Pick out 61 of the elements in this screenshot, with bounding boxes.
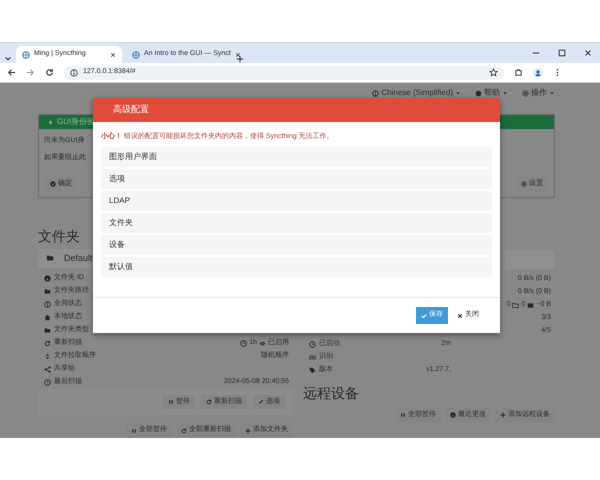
barcode-icon [309,354,316,361]
site-icon [22,50,30,58]
eye-icon [259,340,266,347]
folder-icon [44,288,51,295]
star-icon[interactable] [489,68,498,77]
section-heading: 远程设备 [303,385,359,402]
check-icon [421,312,427,318]
tab-list-icon[interactable] [4,55,12,63]
clock-icon [44,378,51,386]
clock-icon [240,340,248,347]
home-icon [44,314,51,321]
pause-icon [400,412,406,418]
modal-title: 高级配置 [113,103,149,116]
new-tab-icon[interactable] [236,55,244,63]
refresh-icon [181,428,187,434]
forward-icon[interactable] [26,68,35,77]
config-section[interactable]: 默认值 [101,256,492,276]
plus-icon [500,412,506,418]
clock-icon [309,341,316,348]
reload-icon[interactable] [45,68,54,77]
info-icon [70,68,78,76]
config-section[interactable]: 设备 [101,234,492,254]
menu-dropdown[interactable]: 操作 [522,87,555,99]
refresh-icon [44,340,51,347]
check-icon [50,180,56,187]
back-icon[interactable] [7,68,16,77]
caret-icon [502,90,508,96]
plus-icon [245,428,251,434]
folder-icon [512,302,520,309]
gear-icon [521,180,527,187]
maximize-icon[interactable] [558,49,566,57]
menu-dropdown[interactable]: Chinese (Simplified) [372,87,461,99]
profile-icon[interactable] [533,68,543,78]
pencil-icon [258,399,264,406]
info-icon [44,274,51,282]
site-icon [132,50,140,58]
caret-icon [455,90,461,96]
config-section[interactable]: 文件夹 [101,212,492,232]
share-icon [44,366,51,373]
sort-icon [44,352,51,360]
menu-dropdown[interactable]: 帮助 [475,87,508,99]
close-icon[interactable] [234,52,241,58]
refresh-icon [206,399,212,406]
close-icon [457,312,463,318]
bolt-icon [47,118,54,126]
folder-icon [46,254,54,262]
folder-name: Default [64,252,93,265]
config-section[interactable]: LDAP [101,190,492,210]
caret-icon [549,90,555,96]
config-section[interactable]: 图形用户界面 [101,146,492,166]
info-icon [450,412,456,418]
tag-icon [309,367,316,374]
folder-icon [44,326,51,334]
config-section[interactable]: 选项 [101,168,492,188]
gear-icon [522,90,529,96]
section-heading: 文件夹 [38,228,80,245]
close-icon[interactable] [110,52,116,58]
extensions-icon[interactable] [514,68,523,77]
close-icon[interactable] [584,49,592,57]
pause-icon [131,428,137,434]
pause-icon [168,399,174,406]
